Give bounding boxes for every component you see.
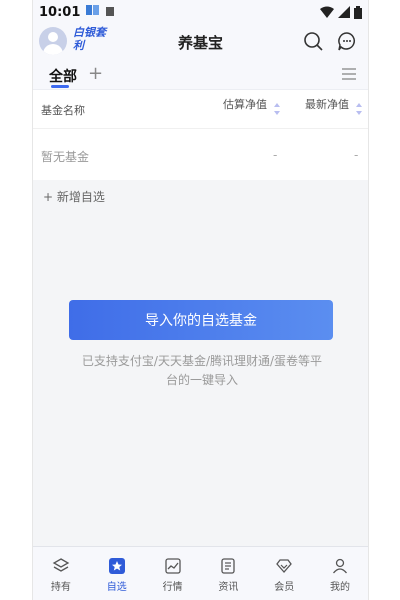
nav-item-favorites[interactable]: 自选 [89,547,145,600]
battery-icon [354,5,362,19]
nav-label: 持有 [50,582,71,593]
import-support-text: 已支持支付宝/天天基金/腾讯理财通/蛋卷等平台的一键导入 [81,354,323,387]
sort-latest-icon[interactable] [355,102,363,116]
nav-label: 资讯 [218,582,239,593]
chat-icon[interactable] [336,30,358,52]
column-estimate[interactable]: 估算净值 [223,96,267,112]
table-row: 暂无基金 - - [33,128,368,180]
status-bar: 10:01 [33,0,368,24]
import-favorites-button[interactable]: 导入你的自选基金 [69,300,333,340]
nav-label: 我的 [330,582,351,593]
news-icon [221,558,236,574]
search-icon[interactable] [302,30,324,52]
table-header: 基金名称 估算净值 最新净值 [33,90,368,128]
nav-label: 行情 [162,582,183,593]
nav-item-profile[interactable]: 我的 [312,547,368,600]
layers-icon [52,558,70,572]
wifi-icon [320,6,334,18]
signal-icon [338,6,350,18]
column-fund-name: 基金名称 [41,104,85,117]
tab-bar: 全部 + [33,60,368,90]
status-time: 10:01 [39,4,81,20]
app-frame: 10:01 白银套利 养基宝 全部 + 基金名称 估算净值 最新净值 暂无基金 … [32,0,369,600]
empty-latest-value: - [354,148,359,162]
column-latest[interactable]: 最新净值 [305,96,349,112]
sim-icon [106,5,115,20]
diamond-icon [276,559,293,573]
empty-estimate-value: - [273,148,278,162]
nav-item-membership[interactable]: 会员 [256,547,312,600]
nav-item-market[interactable]: 行情 [145,547,201,600]
nav-item-news[interactable]: 资讯 [200,547,256,600]
tab-all[interactable]: 全部 [49,66,77,86]
status-right [320,5,362,19]
nav-label: 会员 [274,582,295,593]
star-icon [108,558,125,574]
add-favorite-link[interactable]: + 新增自选 [43,188,105,205]
menu-icon[interactable] [342,68,356,80]
add-tab-button[interactable]: + [88,63,103,84]
empty-fund-name: 暂无基金 [41,150,90,164]
app-header: 白银套利 养基宝 [33,24,368,60]
bottom-nav: 持有 自选 行情 资讯 会员 我的 [33,546,368,600]
nav-item-holdings[interactable]: 持有 [33,547,89,600]
nav-label: 自选 [106,582,127,593]
notification-icon [86,4,100,20]
person-icon [333,558,348,574]
sort-estimate-icon[interactable] [273,102,281,116]
tab-all-underline [51,85,69,88]
chart-icon [164,558,181,574]
